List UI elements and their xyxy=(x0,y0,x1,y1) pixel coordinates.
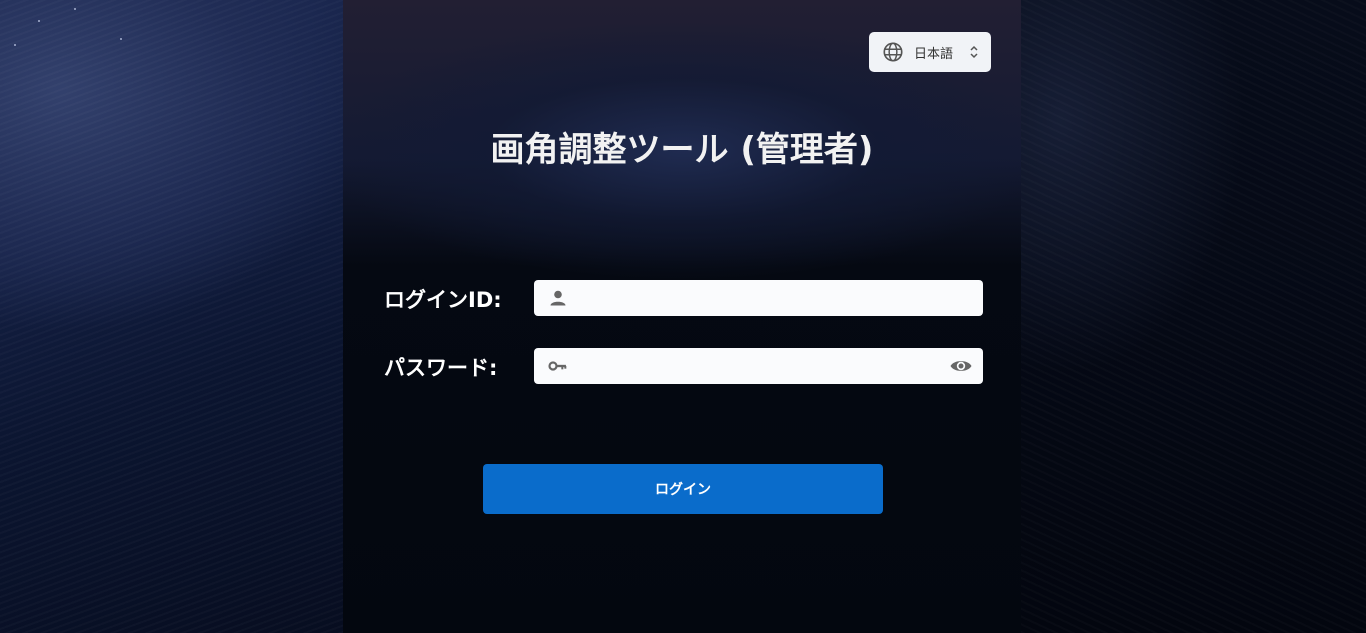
password-input[interactable] xyxy=(574,348,934,384)
background-dunes-right xyxy=(1021,0,1366,633)
password-row: パスワード: xyxy=(384,348,984,384)
star xyxy=(38,20,40,22)
login-panel xyxy=(343,0,1021,633)
password-field[interactable] xyxy=(534,348,983,384)
login-id-row: ログインID: xyxy=(384,280,984,316)
login-id-field[interactable] xyxy=(534,280,983,316)
login-id-input[interactable] xyxy=(574,280,934,316)
star xyxy=(14,44,16,46)
password-label: パスワード: xyxy=(384,356,498,380)
star xyxy=(120,38,122,40)
user-icon xyxy=(550,290,566,306)
login-button[interactable]: ログイン xyxy=(483,464,883,514)
login-id-label: ログインID: xyxy=(384,288,502,312)
star xyxy=(74,8,76,10)
language-label: 日本語 xyxy=(914,46,954,62)
key-icon xyxy=(548,361,567,371)
background-dunes-left xyxy=(0,0,343,633)
chevron-up-down-icon xyxy=(970,45,978,59)
page-title: 画角調整ツール (管理者) xyxy=(490,130,874,170)
language-selector[interactable]: 日本語 xyxy=(869,32,991,72)
eye-icon[interactable] xyxy=(949,355,973,377)
globe-icon xyxy=(883,42,903,62)
login-page: 日本語 画角調整ツール (管理者) ログインID: パスワード: ログイン xyxy=(0,0,1366,633)
